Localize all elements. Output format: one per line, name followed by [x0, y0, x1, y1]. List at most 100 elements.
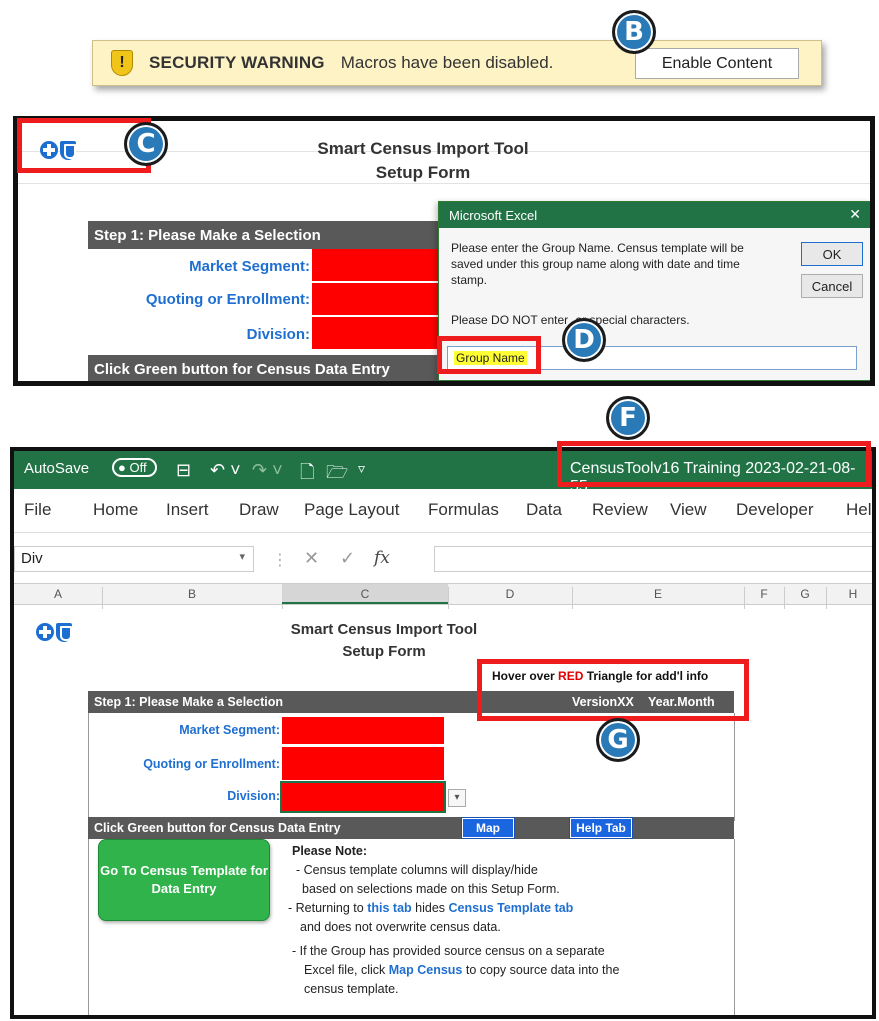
enter-formula-icon[interactable]: ✓ — [340, 548, 355, 569]
note-3c: census template. — [304, 982, 399, 996]
tab-help[interactable]: Help — [846, 500, 872, 520]
more-icon: ⋮ — [272, 552, 288, 569]
market-segment-cell-sheet[interactable] — [282, 717, 444, 744]
quoting-cell-sheet[interactable] — [282, 747, 444, 780]
name-box-value: Div — [21, 550, 43, 567]
close-icon[interactable]: ✕ — [849, 206, 861, 223]
market-segment-cell[interactable] — [312, 249, 440, 281]
step1-label: Step 1: Please Make a Selection — [94, 695, 283, 709]
column-c[interactable]: C — [282, 584, 448, 604]
open-folder-icon[interactable]: 🗁 — [326, 460, 348, 490]
note-2a: - Returning to this tab hides Census Tem… — [288, 899, 573, 918]
highlight-group-name — [437, 336, 541, 374]
tab-insert[interactable]: Insert — [166, 500, 209, 520]
undo-icon[interactable]: ↶ ˅ — [210, 460, 241, 481]
customize-toolbar-icon[interactable]: ▿ — [358, 460, 365, 477]
note-3a: - If the Group has provided source censu… — [292, 944, 605, 958]
market-segment-label: Market Segment: — [189, 258, 310, 275]
blue-cross-icon — [36, 623, 54, 641]
blue-shield-icon — [56, 623, 72, 642]
enable-content-button[interactable]: Enable Content — [635, 48, 799, 79]
security-warning-message: Macros have been disabled. — [340, 53, 554, 72]
name-box[interactable]: Div ▾ — [14, 546, 254, 572]
dialog-message: Please enter the Group Name. Census temp… — [451, 241, 744, 287]
step1-header: Step 1: Please Make a Selection — [88, 221, 448, 249]
new-file-icon[interactable]: 🗋 — [300, 460, 314, 490]
note-2a-pre: - Returning to — [288, 901, 368, 915]
security-warning-title: SECURITY WARNING — [149, 53, 325, 72]
shield-warning-icon: ! — [111, 50, 133, 76]
note-3b: Excel file, click Map Census to copy sou… — [304, 961, 619, 980]
map-button[interactable]: Map — [461, 817, 515, 839]
bcbs-logo-sheet — [36, 623, 72, 642]
tab-view[interactable]: View — [670, 500, 707, 520]
autosave-toggle[interactable]: ● Off — [112, 458, 157, 477]
division-dropdown-icon[interactable]: ▾ — [448, 789, 466, 807]
go-to-census-template-button[interactable]: Go To Census Template for Data Entry — [98, 839, 270, 921]
tab-developer[interactable]: Developer — [736, 500, 814, 520]
autosave-toggle-state: Off — [129, 460, 147, 475]
fx-icon[interactable]: fx — [374, 548, 390, 568]
save-icon[interactable]: ⊟ — [176, 460, 191, 481]
chevron-down-icon[interactable]: ▾ — [239, 550, 245, 563]
column-d[interactable]: D — [448, 587, 572, 601]
quoting-cell[interactable] — [312, 283, 440, 315]
dialog-warning-pre: Please DO NOT enter — [451, 313, 569, 327]
column-b[interactable]: B — [102, 587, 282, 601]
form-title: Smart Census Import Tool — [317, 139, 529, 158]
division-label: Division: — [246, 326, 310, 343]
column-g[interactable]: G — [784, 587, 826, 601]
division-cell[interactable] — [312, 317, 440, 349]
excel-window: AutoSave ● Off ⊟ ↶ ˅ ↷ ˅ 🗋 🗁 ▿ CensusToo… — [10, 447, 876, 1019]
tab-review[interactable]: Review — [592, 500, 648, 520]
formula-bar: Div ▾ ⋮ ✕ ✓ fx — [14, 544, 872, 578]
security-warning-bar: ! SECURITY WARNING Macros have been disa… — [92, 40, 822, 86]
tab-draw[interactable]: Draw — [239, 500, 279, 520]
tab-formulas[interactable]: Formulas — [428, 500, 499, 520]
redo-icon[interactable]: ↷ ˅ — [252, 460, 283, 481]
cancel-button[interactable]: Cancel — [801, 274, 863, 298]
column-f[interactable]: F — [744, 587, 784, 601]
highlight-version — [477, 659, 749, 721]
help-tab-button[interactable]: Help Tab — [569, 817, 633, 839]
form-subtitle: Setup Form — [375, 163, 471, 182]
note-2b: and does not overwrite census data. — [300, 920, 501, 934]
column-headers: A B C D E F G H — [14, 583, 872, 609]
note-3b-map-census: Map Census — [388, 963, 463, 977]
click-green-header-sheet: Click Green button for Census Data Entry — [88, 817, 734, 839]
column-h[interactable]: H — [826, 587, 872, 601]
badge-c: C — [124, 122, 168, 166]
quoting-label: Quoting or Enrollment: — [145, 291, 310, 308]
formula-input[interactable] — [434, 546, 872, 572]
note-3b-pre: Excel file, click — [304, 963, 389, 977]
note-3b-post: to copy source data into the — [462, 963, 620, 977]
note-1b: based on selections made on this Setup F… — [302, 882, 560, 896]
column-a[interactable]: A — [14, 587, 102, 601]
note-2a-this-tab: this tab — [367, 901, 412, 915]
sheet-title: Smart Census Import Tool — [290, 621, 478, 638]
badge-b: B — [612, 10, 656, 54]
tab-file[interactable]: File — [24, 500, 51, 520]
tab-data[interactable]: Data — [526, 500, 562, 520]
badge-f: F — [606, 396, 650, 440]
badge-g: G — [596, 718, 640, 762]
note-2a-mid: hides — [411, 901, 449, 915]
quoting-label-sheet: Quoting or Enrollment: — [143, 757, 280, 771]
sheet-subtitle: Setup Form — [342, 643, 426, 660]
dialog-title-bar: Microsoft Excel ✕ — [439, 202, 870, 228]
badge-d: D — [562, 318, 606, 362]
tab-home[interactable]: Home — [93, 500, 138, 520]
cancel-formula-icon[interactable]: ✕ — [304, 548, 319, 569]
note-1a: - Census template columns will display/h… — [296, 863, 538, 877]
ribbon-tabs: File Home Insert Draw Page Layout Formul… — [14, 489, 872, 533]
autosave-label: AutoSave — [24, 460, 90, 477]
ok-button[interactable]: OK — [801, 242, 863, 266]
note-title: Please Note: — [292, 844, 368, 858]
tab-page-layout[interactable]: Page Layout — [304, 500, 399, 520]
market-segment-label-sheet: Market Segment: — [179, 723, 280, 737]
division-cell-sheet[interactable] — [280, 781, 446, 813]
note-2a-census-template: Census Template tab — [448, 901, 574, 915]
division-label-sheet: Division: — [227, 789, 280, 803]
highlight-file-title — [557, 441, 871, 487]
column-e[interactable]: E — [572, 587, 744, 601]
